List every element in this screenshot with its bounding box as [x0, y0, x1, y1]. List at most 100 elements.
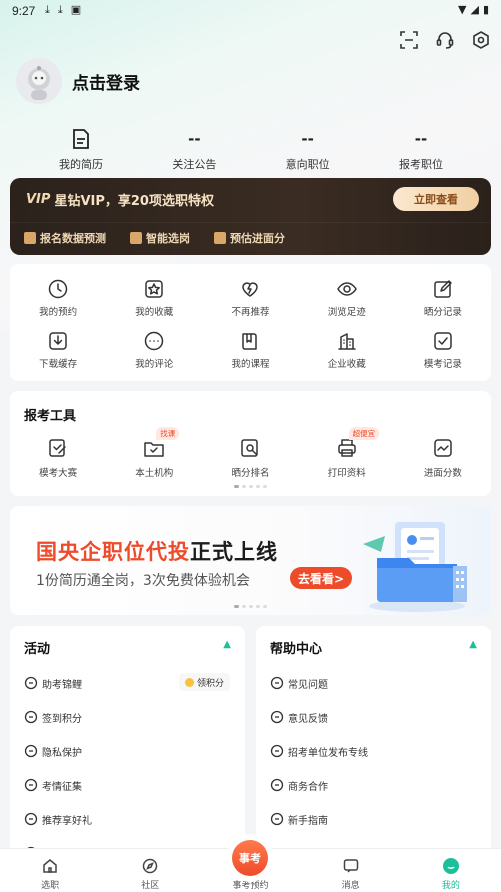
banner-go-button[interactable]: 去看看>: [290, 567, 353, 589]
download-icon: ⤓: [57, 3, 63, 16]
tab-mine[interactable]: 我的: [401, 849, 501, 892]
stat-label: 意向职位: [285, 158, 330, 171]
vip-view-button[interactable]: 立即查看: [393, 187, 479, 211]
list-item[interactable]: 助考锦鲤 领积分: [24, 666, 230, 700]
scan-icon[interactable]: [397, 28, 421, 52]
avatar[interactable]: [16, 58, 62, 104]
top-actions: [397, 28, 493, 52]
heart-broken-icon: [239, 278, 261, 300]
list-item-label: 商务合作: [288, 781, 328, 793]
tool-item[interactable]: 进面分数: [395, 437, 491, 479]
vip-feature: 报名数据预测: [24, 230, 106, 246]
tab-community[interactable]: 社区: [100, 849, 200, 892]
tab-label: 我的: [441, 881, 460, 891]
grid-item[interactable]: 不再推荐: [202, 264, 298, 318]
pager-dot: [249, 605, 253, 608]
vip-logo: VIP: [26, 192, 51, 207]
settings-icon[interactable]: [469, 28, 493, 52]
tool-item[interactable]: 本土机构 找课: [106, 427, 202, 479]
tab-label: 社区: [141, 881, 160, 891]
help-list: 常见问题 意见反馈 招考单位发布专线商务合作新手指南: [270, 666, 476, 836]
stat-followed-notices[interactable]: -- 关注公告: [149, 128, 239, 172]
help-center-card: 帮助中心 ▲ 常见问题 意见反馈 招考单位发布专线商务合作新手指南: [256, 626, 491, 856]
help-title: 帮助中心: [270, 642, 323, 657]
grid-item[interactable]: 企业收藏: [299, 316, 395, 370]
banner-pager: [10, 605, 491, 608]
tab-label: 选职: [41, 881, 60, 891]
grid-item[interactable]: 浏览足迹: [299, 264, 395, 318]
badge-label: 领积分: [196, 678, 224, 689]
grid-item[interactable]: 下载缓存: [10, 316, 106, 370]
vip-card[interactable]: VIP 星钻VIP，享20项选职特权 立即查看 报名数据预测 智能选岗 预估进面…: [10, 178, 491, 255]
promo-banner[interactable]: 国央企职位代投正式上线 1份简历通全岗，3次免费体验机会 去看看>: [10, 506, 491, 615]
grid-item[interactable]: 我的收藏: [106, 264, 202, 318]
tool-item[interactable]: 晒分排名: [202, 437, 298, 479]
grid-item[interactable]: 模考记录: [395, 316, 491, 370]
collapse-chevron-icon[interactable]: ▲: [469, 639, 477, 650]
list-item[interactable]: 招考单位发布专线: [270, 734, 476, 768]
collect-icon: [24, 778, 38, 792]
center-button-label: 事考: [232, 840, 268, 876]
grid-item[interactable]: 我的预约: [10, 264, 106, 318]
printer-icon: [336, 437, 358, 459]
list-item[interactable]: 考情征集: [24, 768, 230, 802]
collapse-chevron-icon[interactable]: ▲: [223, 639, 231, 650]
stat-value: --: [414, 130, 428, 148]
list-item[interactable]: 推荐享好礼: [24, 802, 230, 836]
stat-intended-positions[interactable]: -- 意向职位: [263, 128, 353, 172]
feedback-icon: [270, 710, 284, 724]
stat-resume[interactable]: 我的简历: [36, 128, 126, 172]
list-item-label: 考情征集: [42, 781, 82, 793]
battery-icon: ▮: [482, 3, 489, 16]
stat-label: 关注公告: [172, 158, 217, 171]
customer-service-icon[interactable]: [433, 28, 457, 52]
login-label[interactable]: 点击登录: [72, 69, 140, 94]
points-badge[interactable]: 领积分: [178, 673, 230, 691]
list-item[interactable]: 新手指南: [270, 802, 476, 836]
rank-icon: [239, 437, 261, 459]
list-item[interactable]: 商务合作: [270, 768, 476, 802]
list-item[interactable]: 隐私保护: [24, 734, 230, 768]
banner-title-highlight: 国央企职位代投: [36, 540, 190, 564]
tab-label: 消息: [341, 881, 360, 891]
pager-dot-active: [234, 605, 239, 608]
stat-applied-positions[interactable]: -- 报考职位: [376, 128, 466, 172]
vip-feature-label: 智能选岗: [146, 232, 190, 245]
tab-select-job[interactable]: 选职: [0, 849, 100, 892]
list-item-label: 推荐享好礼: [42, 815, 92, 827]
exam-center-button[interactable]: 事考: [226, 834, 274, 882]
grid-item[interactable]: 我的评论: [106, 316, 202, 370]
profile-icon: [442, 857, 460, 875]
tool-item[interactable]: 模考大赛: [10, 437, 106, 479]
chart-icon: [432, 437, 454, 459]
grid-item-label: 模考记录: [423, 359, 462, 370]
message-icon: [342, 857, 360, 875]
stat-value: --: [301, 130, 314, 148]
vip-feature-label: 报名数据预测: [40, 232, 106, 245]
vip-feature: 智能选岗: [130, 230, 190, 246]
checkin-icon: [24, 710, 38, 724]
vip-title-text: 星钻VIP，享20项选职特权: [54, 194, 214, 209]
grid-item[interactable]: 我的课程: [202, 316, 298, 370]
tab-messages[interactable]: 消息: [301, 849, 401, 892]
pager-dot: [242, 605, 246, 608]
vip-feature-label: 预估进面分: [230, 232, 285, 245]
stats-row: 我的简历 -- 关注公告 -- 意向职位 -- 报考职位: [36, 128, 466, 172]
activity-title: 活动: [24, 642, 51, 657]
comment-icon: [143, 330, 165, 352]
vip-feature: 预估进面分: [214, 230, 285, 246]
banner-title-rest: 正式上线: [190, 540, 278, 564]
list-item[interactable]: 常见问题: [270, 666, 476, 700]
list-item[interactable]: 签到积分: [24, 700, 230, 734]
book-icon: [239, 330, 261, 352]
score-estimate-icon: [214, 232, 226, 244]
tool-tag: 超便宜: [348, 427, 380, 440]
pager-dot: [242, 485, 246, 488]
list-item-label: 助考锦鲤: [42, 679, 82, 691]
tool-item[interactable]: 打印资料 超便宜: [299, 427, 395, 479]
status-time: 9:27: [12, 4, 36, 18]
pager-dot: [263, 485, 267, 488]
profile-header[interactable]: 点击登录: [16, 58, 140, 104]
list-item[interactable]: 意见反馈: [270, 700, 476, 734]
grid-item[interactable]: 晒分记录: [395, 264, 491, 318]
